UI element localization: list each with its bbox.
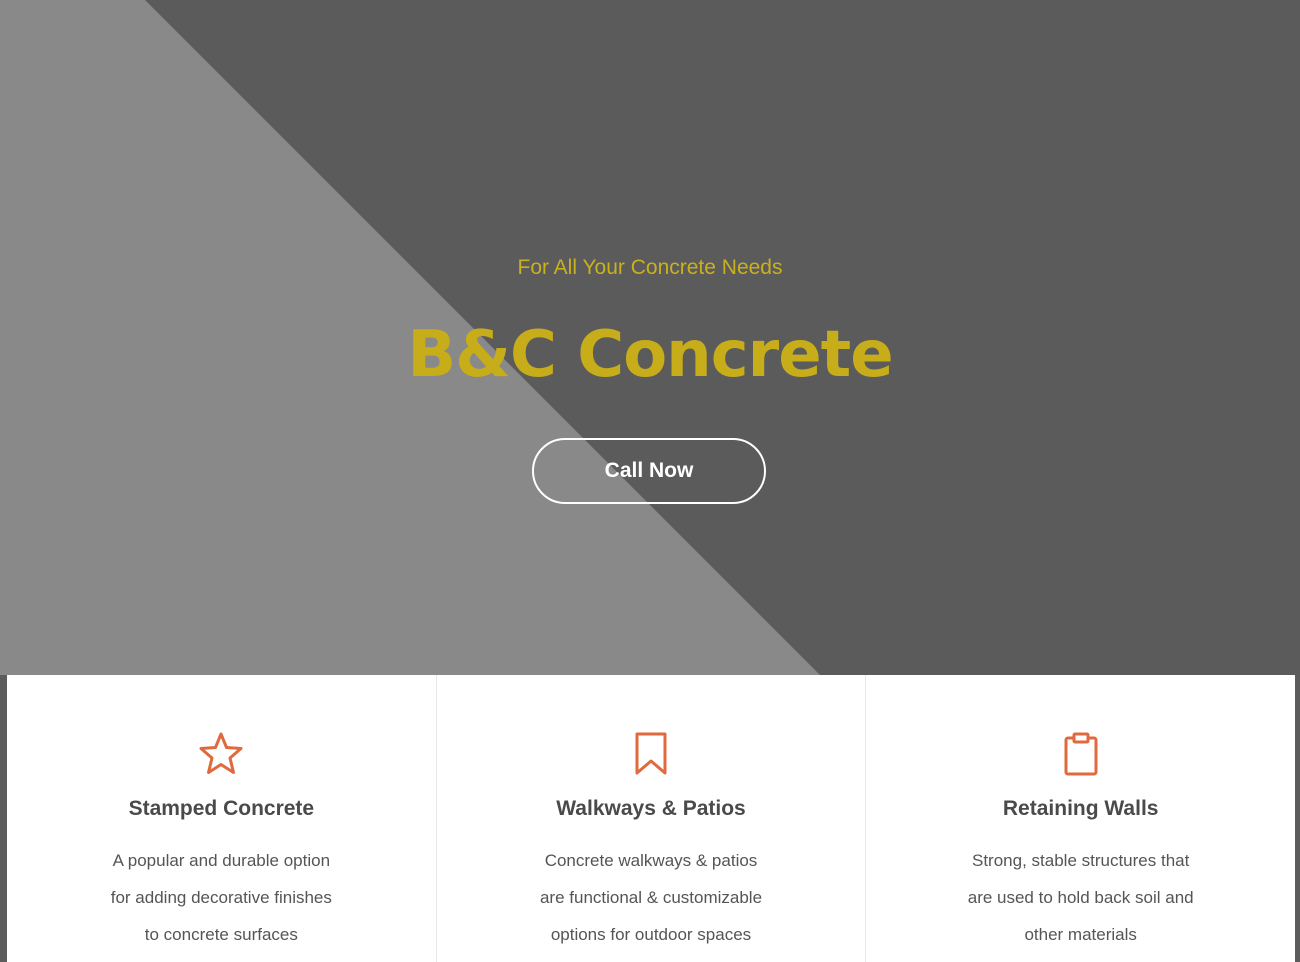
hero-title: B&C Concrete: [407, 318, 893, 392]
service-card-walkways-patios: Walkways & Patios Concrete walkways & pa…: [437, 675, 867, 962]
bookmark-icon: [635, 732, 667, 775]
description-line: options for outdoor spaces: [550, 925, 752, 944]
service-description: Concrete walkways & patios are functiona…: [521, 842, 781, 953]
call-now-button[interactable]: Call Now: [532, 438, 766, 504]
services-section: Stamped Concrete A popular and durable o…: [7, 675, 1295, 962]
description-line: are functional & customizable: [539, 888, 763, 907]
service-description: A popular and durable option for adding …: [91, 842, 351, 953]
star-icon: [199, 732, 243, 774]
description-line: for adding decorative finishes: [110, 888, 332, 907]
service-title: Stamped Concrete: [128, 797, 315, 820]
service-card-stamped-concrete: Stamped Concrete A popular and durable o…: [7, 675, 437, 962]
description-line: are used to hold back soil and: [967, 888, 1194, 907]
description-line: other materials: [1024, 925, 1137, 944]
description-line: Strong, stable structures that: [972, 851, 1190, 870]
hero-section: For All Your Concrete Needs B&C Concrete…: [0, 0, 1300, 675]
service-description: Strong, stable structures that are used …: [951, 842, 1211, 953]
description-line: A popular and durable option: [112, 851, 331, 870]
service-title: Walkways & Patios: [556, 797, 746, 820]
hero-tagline: For All Your Concrete Needs: [517, 256, 783, 279]
description-line: to concrete surfaces: [144, 925, 298, 944]
clipboard-icon: [1064, 732, 1098, 776]
description-line: Concrete walkways & patios: [544, 851, 758, 870]
service-card-retaining-walls: Retaining Walls Strong, stable structure…: [866, 675, 1295, 962]
service-title: Retaining Walls: [1002, 797, 1159, 820]
